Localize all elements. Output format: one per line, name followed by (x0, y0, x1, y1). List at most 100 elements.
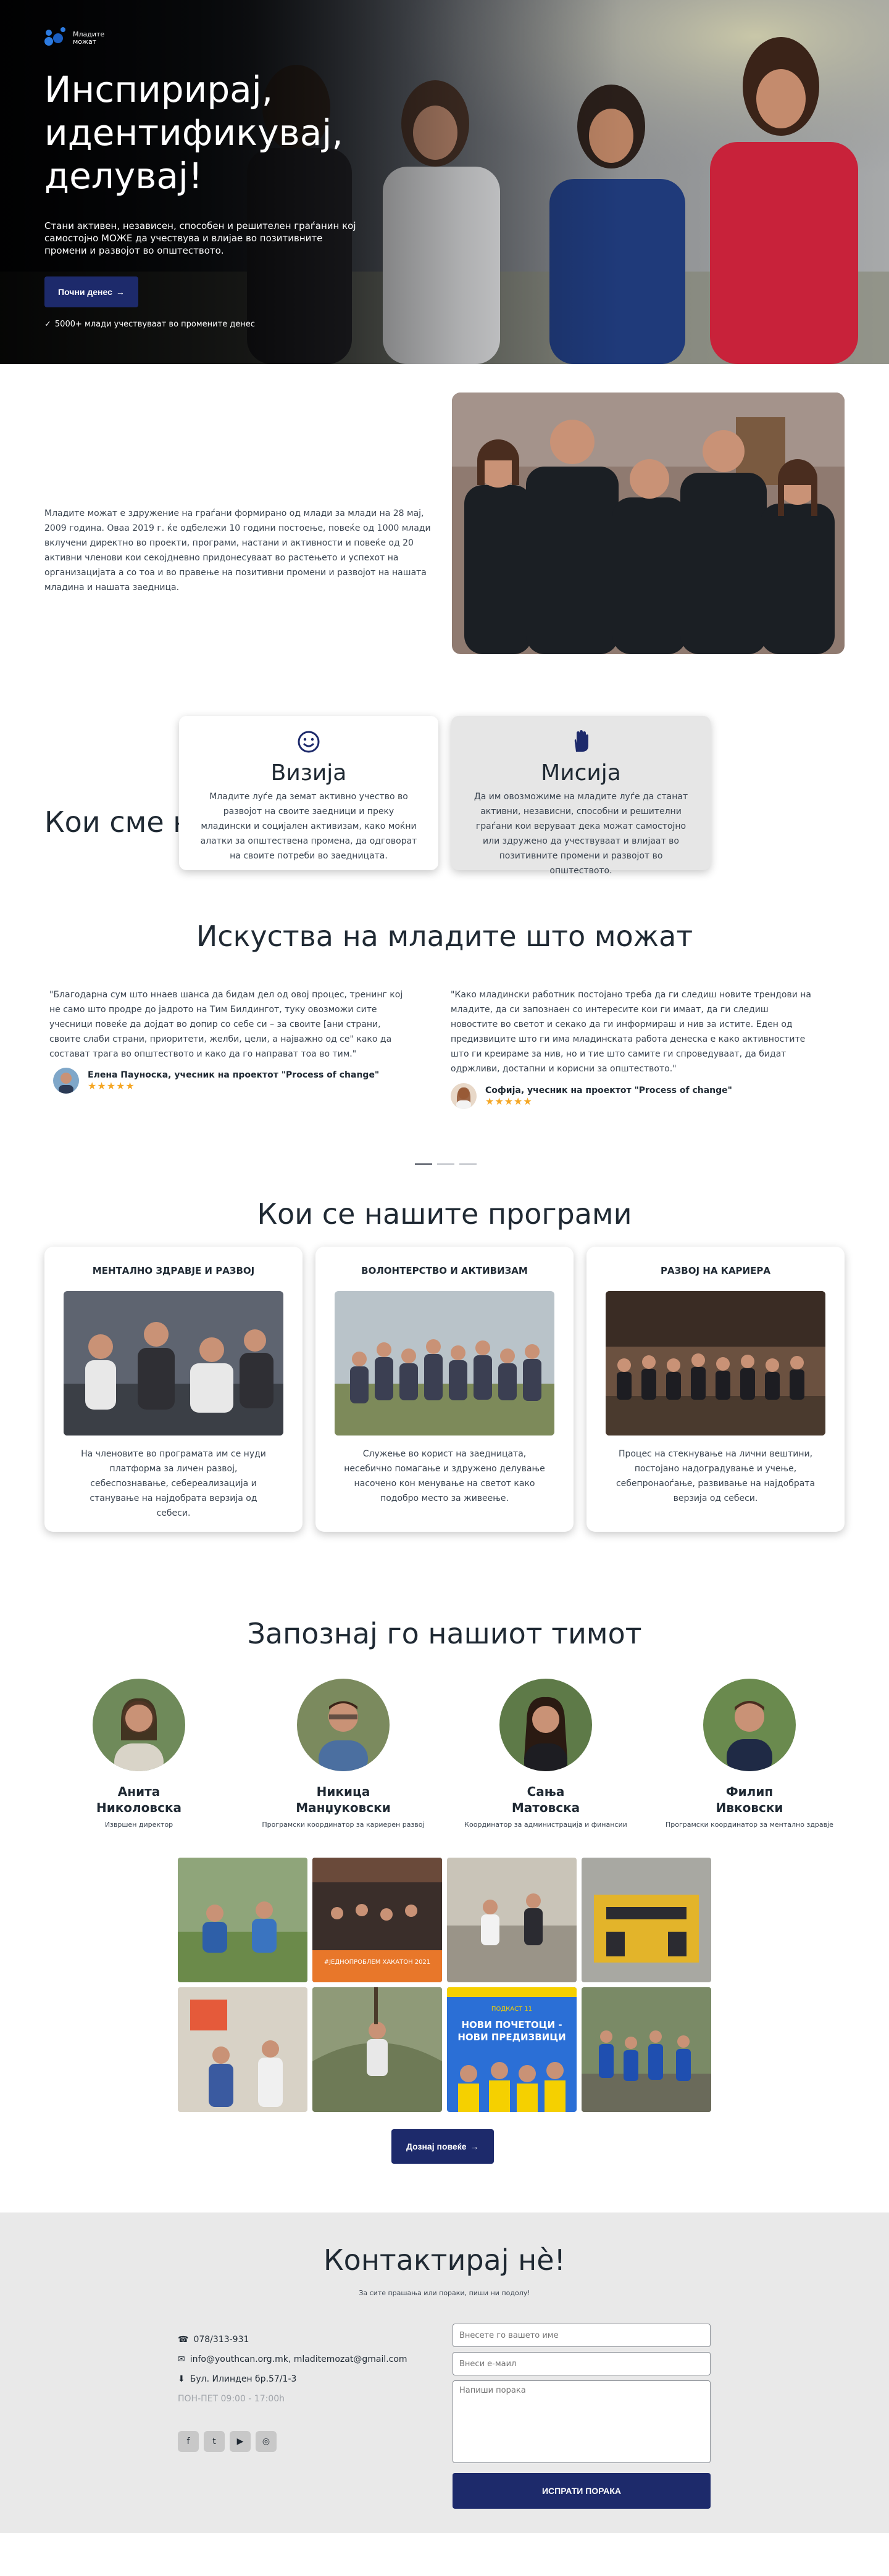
program-title: МЕНТАЛНО ЗДРАВЈЕ И РАЗВОЈ (92, 1265, 255, 1276)
hero-title: Инспирирај, идентификувај, делувај! (44, 69, 343, 197)
programs-section: Кои се нашите програми МЕНТАЛНО ЗДРАВЈЕ … (0, 1197, 889, 1617)
gallery-photo[interactable]: ПОДКАСТ 11 НОВИ ПОЧЕТОЦИ - НОВИ ПРЕДИЗВИ… (447, 1987, 577, 2112)
testimonial-author-name: Софија, учесник на проектот "Process of … (485, 1085, 732, 1095)
learn-more-label: Дознај повеќе (406, 2142, 467, 2151)
member-role: Програмски координатор за ментално здрав… (666, 1821, 833, 1829)
gallery-section: #ЈЕДНОПРОБЛЕМ ХАКАТОН 2021 ПОДКАСТ 11 НО… (0, 1858, 889, 2212)
carousel-indicators (415, 1163, 477, 1165)
message-textarea[interactable] (453, 2380, 711, 2463)
location-icon: ⬇ (178, 2374, 185, 2384)
member-photo (297, 1679, 390, 1771)
logo-text: Младите можат (73, 30, 105, 46)
team-member: Сања Матовска Координатор за администрац… (447, 1679, 645, 1829)
twitter-icon[interactable]: t (204, 2431, 225, 2452)
mission-card: Мисија Да им овозможиме на младите луѓе … (451, 716, 711, 876)
mission-text: Да им овозможиме на младите луѓе да стан… (474, 792, 688, 876)
contact-email-text: info@youthcan.org.mk, mladitemozat@gmail… (190, 2354, 407, 2364)
contact-hours: ПОН-ПЕТ 09:00 - 17:00h (178, 2394, 285, 2404)
contact-title: Контактирај нè! (323, 2243, 566, 2277)
contact-phone-text: 078/313-931 (193, 2335, 249, 2345)
avatar (53, 1068, 79, 1094)
gallery-photo[interactable] (582, 1987, 711, 2112)
rating-stars-icon: ★★★★★ (485, 1095, 533, 1107)
hero-subtitle: Стани активен, независен, способен и реш… (44, 220, 356, 256)
gallery-photo[interactable]: #ЈЕДНОПРОБЛЕМ ХАКАТОН 2021 (312, 1858, 442, 1982)
contact-email[interactable]: ✉ info@youthcan.org.mk, mladitemozat@gmai… (178, 2350, 407, 2369)
email-input[interactable] (453, 2352, 711, 2375)
testimonials-title: Искуства на младите што можат (196, 920, 693, 953)
start-today-button[interactable]: Почни денес → (44, 276, 138, 307)
contact-address: ⬇ Бул. Илинден бр.57/1-3 (178, 2369, 407, 2389)
name-input[interactable] (453, 2324, 711, 2347)
about-section: Кои сме ние? Младите можат е здружение н… (0, 364, 889, 839)
social-links: f t ▶ ◎ (178, 2431, 277, 2452)
photo-grid: #ЈЕДНОПРОБЛЕМ ХАКАТОН 2021 ПОДКАСТ 11 НО… (178, 1858, 711, 2112)
vision-title: Визија (270, 760, 347, 786)
gallery-photo[interactable] (312, 1987, 442, 2112)
member-last-name: Ивковски (716, 1800, 783, 1815)
testimonials-section: Искуства на младите што можат "Благодарн… (0, 920, 889, 1197)
youtube-icon[interactable]: ▶ (230, 2431, 251, 2452)
arrow-right-icon: → (115, 287, 125, 297)
program-text: На членовите во програмата им се нуди пл… (81, 1449, 266, 1518)
learn-more-button[interactable]: Дознај повеќе → (391, 2129, 494, 2164)
gallery-photo[interactable] (582, 1858, 711, 1982)
poster-line: ПОДКАСТ 11 (491, 2006, 532, 2013)
phone-icon: ☎ (178, 2335, 189, 2345)
carousel-dot[interactable] (415, 1163, 432, 1165)
program-image (606, 1291, 825, 1435)
mission-title: Мисија (541, 760, 621, 786)
gallery-photo[interactable] (447, 1858, 577, 1982)
arrow-right-icon: → (470, 2142, 479, 2151)
member-last-name: Николовска (96, 1800, 182, 1815)
member-role: Координатор за администрација и финансии (464, 1821, 627, 1829)
carousel-dot[interactable] (437, 1163, 454, 1165)
poster-line: НОВИ ПОЧЕТОЦИ - (461, 2019, 562, 2030)
site-logo[interactable]: Младите можат (44, 27, 110, 49)
member-photo (499, 1679, 592, 1771)
send-message-button[interactable]: ИСПРАТИ ПОРАКА (453, 2473, 711, 2509)
program-card[interactable]: МЕНТАЛНО ЗДРАВЈЕ И РАЗВОЈ На членовите в… (44, 1247, 303, 1532)
gallery-photo[interactable] (178, 1858, 307, 1982)
member-last-name: Манџуковски (296, 1800, 391, 1815)
vision-text: Младите луѓе да земат активно учество во… (200, 792, 417, 861)
instagram-icon[interactable]: ◎ (256, 2431, 277, 2452)
testimonial-quote: "Како младински работник постојано треба… (451, 990, 812, 1074)
about-text: Младите можат е здружение на граѓани фор… (44, 509, 431, 592)
contact-info: ☎ 078/313-931 ✉ info@youthcan.org.mk, mlad… (178, 2330, 407, 2409)
envelope-icon: ✉ (178, 2354, 185, 2364)
hero-section: Младите можат Инспирирај, идентификувај,… (0, 0, 889, 364)
testimonial-quote: "Благодарна сум што ннаев шанса да бидам… (49, 990, 403, 1059)
team-member: Анита Николовска Извршен директор (40, 1679, 238, 1829)
program-title: РАЗВОЈ НА КАРИЕРА (661, 1265, 770, 1276)
contact-form: ИСПРАТИ ПОРАКА (453, 2324, 711, 2509)
hero-stat: ✓ 5000+ млади учествуваат во промените д… (44, 320, 255, 329)
team-section: Запознај го нашиот тимот Анита Николовск… (0, 1617, 889, 1858)
carousel-dot[interactable] (459, 1163, 477, 1165)
vision-mission-section: Визија Младите луѓе да земат активно уче… (0, 691, 889, 920)
testimonial-author-name: Елена Пауноска, учесник на проектот "Pro… (88, 1070, 380, 1080)
gallery-photo[interactable] (178, 1987, 307, 2112)
program-title: ВОЛОНТЕРСТВО И АКТИВИЗАМ (361, 1265, 528, 1276)
about-team-photo (452, 393, 845, 654)
facebook-icon[interactable]: f (178, 2431, 199, 2452)
avatar (451, 1083, 477, 1109)
program-card[interactable]: ВОЛОНТЕРСТВО И АКТИВИЗАМ Служење во кори… (315, 1247, 574, 1532)
hand-icon (574, 730, 588, 752)
team-member: Никица Манџуковски Програмски координато… (244, 1679, 442, 1829)
member-last-name: Матовска (511, 1800, 580, 1815)
contact-phone[interactable]: ☎ 078/313-931 (178, 2330, 407, 2350)
member-first-name: Филип (725, 1784, 774, 1799)
hero-stat-text: 5000+ млади учествуваат во промените ден… (54, 320, 255, 329)
poster-line: НОВИ ПРЕДИЗВИЦИ (457, 2032, 566, 2043)
member-photo (93, 1679, 185, 1771)
program-text: Процес на стекнување на лични вештини, п… (616, 1449, 816, 1503)
program-card[interactable]: РАЗВОЈ НА КАРИЕРА Процес на стекнување н… (586, 1247, 845, 1532)
team-member: Филип Ивковски Програмски координатор за… (651, 1679, 848, 1829)
vision-card: Визија Младите луѓе да земат активно уче… (179, 716, 438, 870)
programs-title: Кои се нашите програми (257, 1197, 632, 1231)
hackathon-caption: #ЈЕДНОПРОБЛЕМ ХАКАТОН 2021 (324, 1959, 431, 1966)
member-first-name: Анита (117, 1784, 161, 1799)
testimonial-author: Софија, учесник на проектот "Process of … (451, 1083, 732, 1109)
member-role: Извршен директор (104, 1821, 173, 1829)
